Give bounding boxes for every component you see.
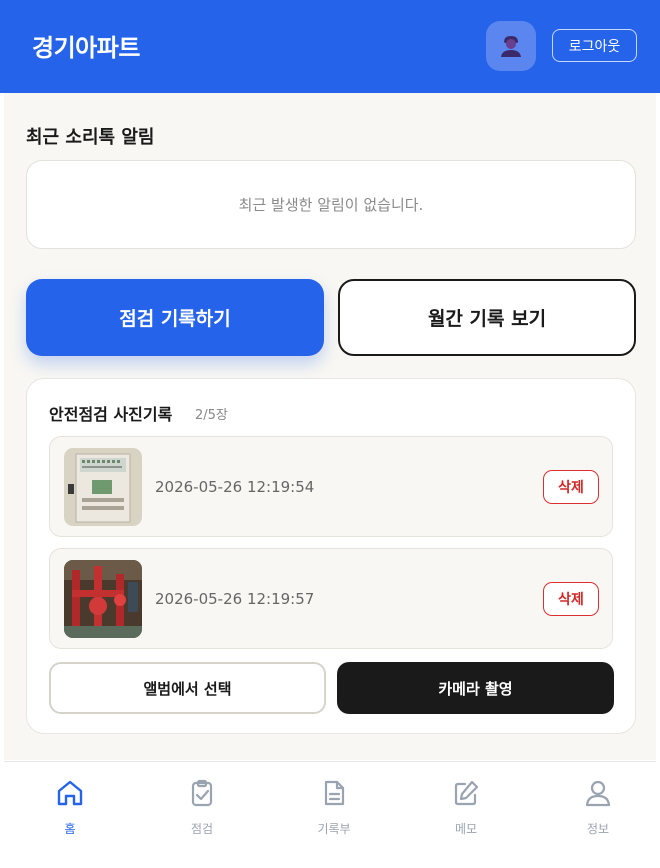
photo-item: 2026-05-26 12:19:54 삭제: [49, 436, 613, 537]
nav-label-info: 정보: [586, 822, 610, 836]
scrollbar-track: [656, 93, 660, 760]
delete-photo-button[interactable]: 삭제: [543, 470, 599, 504]
delete-photo-button[interactable]: 삭제: [543, 582, 599, 616]
alerts-empty-message: 최근 발생한 알림이 없습니다.: [238, 196, 424, 214]
photo-thumbnail[interactable]: [64, 560, 142, 638]
nav-item-memo[interactable]: 메모: [416, 762, 516, 852]
user-icon: [585, 780, 611, 807]
photo-record-card: 안전점검 사진기록 2/5장 2026-05-26 12:19:54 삭제 20…: [26, 378, 636, 734]
nav-item-inspection[interactable]: 점검: [152, 762, 252, 852]
nav-label-inspection: 점검: [190, 822, 214, 836]
nav-item-logbook[interactable]: 기록부: [284, 762, 384, 852]
record-inspection-button[interactable]: 점검 기록하기: [26, 279, 324, 356]
select-from-album-button[interactable]: 앨범에서 선택: [49, 662, 326, 714]
photo-timestamp: 2026-05-26 12:19:57: [155, 590, 315, 608]
photo-timestamp: 2026-05-26 12:19:54: [155, 478, 315, 496]
camera-capture-button[interactable]: 카메라 촬영: [337, 662, 614, 714]
photo-count: 2/5장: [195, 408, 228, 423]
alerts-section-title: 최근 소리톡 알림: [26, 127, 155, 148]
user-avatar-icon: [501, 36, 521, 57]
main-content: 최근 소리톡 알림 최근 발생한 알림이 없습니다. 점검 기록하기 월간 기록…: [4, 93, 656, 760]
monthly-records-button[interactable]: 월간 기록 보기: [338, 279, 636, 356]
clipboard-check-icon: [191, 779, 213, 807]
nav-item-home[interactable]: 홈: [20, 762, 120, 852]
logout-button[interactable]: 로그아웃: [552, 29, 637, 62]
app-title: 경기아파트: [32, 34, 140, 62]
photo-record-title: 안전점검 사진기록: [49, 405, 173, 424]
alerts-card: 최근 발생한 알림이 없습니다.: [26, 160, 636, 249]
nav-item-info[interactable]: 정보: [548, 762, 648, 852]
nav-label-home: 홈: [64, 822, 76, 836]
photo-thumbnail[interactable]: [64, 448, 142, 526]
bottom-navigation: 홈 점검 기록부 메모 정보: [4, 761, 656, 868]
document-icon: [324, 780, 345, 806]
avatar[interactable]: [486, 21, 536, 71]
app-header: 경기아파트 로그아웃: [0, 0, 660, 93]
home-icon: [57, 780, 83, 806]
photo-item: 2026-05-26 12:19:57 삭제: [49, 548, 613, 649]
nav-label-memo: 메모: [454, 822, 478, 836]
edit-icon: [454, 780, 479, 806]
nav-label-logbook: 기록부: [317, 822, 351, 836]
